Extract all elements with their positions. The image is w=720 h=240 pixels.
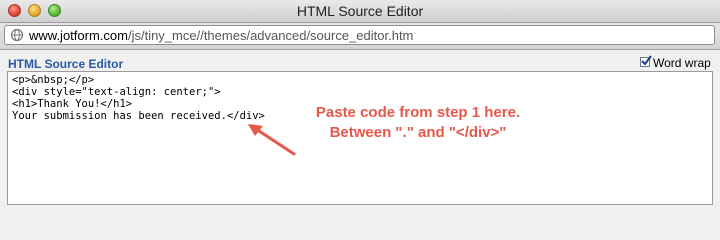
url-field[interactable]: www.jotform.com/js/tiny_mce//themes/adva… — [4, 25, 715, 45]
annotation-arrow — [248, 124, 296, 156]
word-wrap-checkbox[interactable] — [640, 55, 652, 67]
window-titlebar: HTML Source Editor — [0, 0, 720, 23]
panel-heading: HTML Source Editor — [8, 57, 124, 71]
url-text: www.jotform.com/js/tiny_mce//themes/adva… — [29, 28, 413, 43]
annotation-note: Paste code from step 1 here. Between "."… — [298, 103, 538, 143]
globe-icon — [10, 28, 24, 42]
url-host: www.jotform.com — [29, 28, 128, 43]
url-path: /js/tiny_mce//themes/advanced/source_edi… — [127, 28, 414, 43]
code-line: <h1>Thank You!</h1> — [12, 98, 133, 110]
code-line: <div style="text-align: center;"> — [12, 86, 221, 98]
window-title: HTML Source Editor — [296, 3, 424, 19]
address-bar: www.jotform.com/js/tiny_mce//themes/adva… — [0, 23, 720, 50]
annotation-line-2: Between "." and "</div>" — [329, 124, 507, 141]
code-line: Your submission has been received.</div> — [12, 110, 265, 122]
code-line: <p>&nbsp;</p> — [12, 74, 95, 86]
annotation-line-1: Paste code from step 1 here. — [315, 104, 521, 121]
word-wrap-label[interactable]: Word wrap — [653, 56, 711, 70]
code-content: <p>&nbsp;</p> <div style="text-align: ce… — [12, 74, 265, 122]
checkmark-icon — [641, 55, 652, 66]
